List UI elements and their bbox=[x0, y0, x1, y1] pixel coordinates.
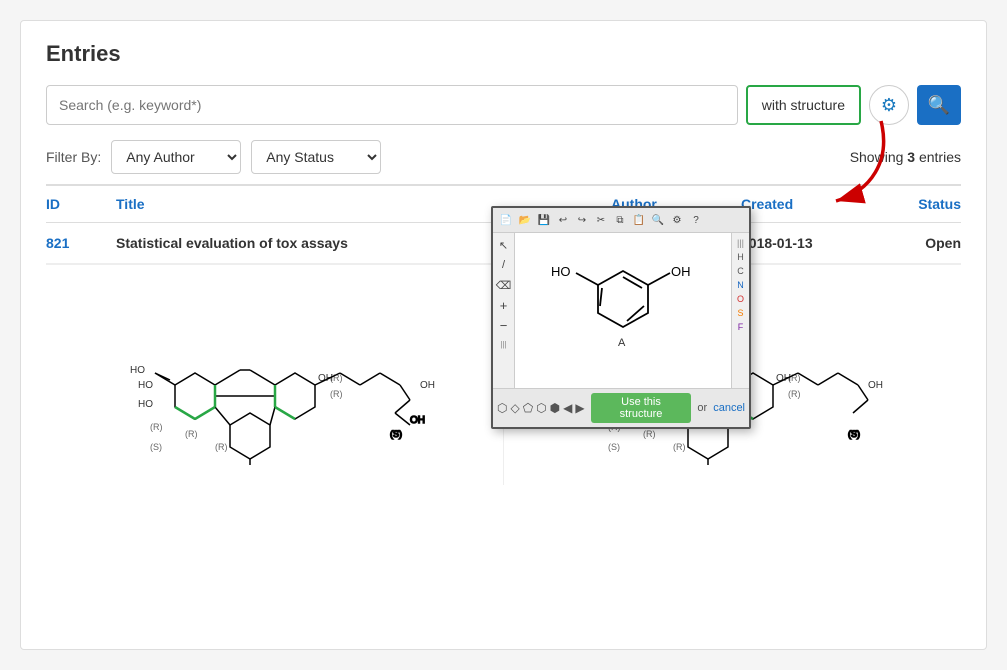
svg-text:OH: OH bbox=[410, 415, 425, 426]
plus-tool[interactable]: + bbox=[495, 296, 513, 314]
molecule-svg-1: HO HO OH (R) (S) (R) (R) (R) (R) OH HO bbox=[100, 285, 450, 465]
help-btn[interactable]: ? bbox=[687, 211, 705, 229]
structure-editor-popup: 📄 📂 💾 ↩ ↪ ✂ ⧉ 📋 🔍 ⚙ ? ↖ / ⌫ + − ||| bbox=[491, 206, 751, 429]
element-N[interactable]: N bbox=[732, 278, 749, 292]
cell-status: Open bbox=[871, 235, 961, 251]
label-tool: ||| bbox=[500, 340, 506, 349]
ring-tool-4[interactable]: ⬡ bbox=[536, 401, 546, 415]
svg-text:OH: OH bbox=[671, 264, 691, 279]
col-header-created: Created bbox=[741, 196, 871, 212]
draw-tool[interactable]: / bbox=[495, 256, 513, 274]
save-file-btn[interactable]: 💾 bbox=[535, 211, 553, 229]
svg-text:(R): (R) bbox=[185, 429, 198, 439]
svg-text:(R): (R) bbox=[150, 422, 163, 432]
ring-tool-3[interactable]: ⬠ bbox=[523, 401, 533, 415]
showing-entries-text: Showing 3 entries bbox=[850, 149, 961, 165]
svg-text:HO: HO bbox=[551, 264, 571, 279]
arrow-left-btn[interactable]: ◀ bbox=[563, 401, 572, 415]
svg-text:(R): (R) bbox=[673, 442, 686, 452]
editor-bottom-tools: ⬡ ◇ ⬠ ⬡ ⬢ ◀ ▶ bbox=[497, 401, 585, 415]
new-file-btn[interactable]: 📄 bbox=[497, 211, 515, 229]
svg-text:(S): (S) bbox=[608, 442, 620, 452]
page-title: Entries bbox=[46, 41, 961, 67]
undo-btn[interactable]: ↩ bbox=[554, 211, 572, 229]
author-filter-select[interactable]: Any Author bbox=[111, 140, 241, 174]
zoom-btn[interactable]: 🔍 bbox=[649, 211, 667, 229]
select-tool[interactable]: ↖ bbox=[495, 236, 513, 254]
svg-text:OH: OH bbox=[868, 380, 883, 391]
svg-text:(R): (R) bbox=[643, 429, 656, 439]
cancel-link[interactable]: cancel bbox=[713, 402, 745, 414]
cell-created: 2018-01-13 bbox=[741, 235, 871, 251]
svg-text:A: A bbox=[618, 337, 626, 349]
svg-text:(R): (R) bbox=[330, 389, 343, 399]
svg-text:(R): (R) bbox=[215, 442, 228, 452]
settings-icon: ⚙ bbox=[881, 95, 897, 116]
copy-btn[interactable]: ⧉ bbox=[611, 211, 629, 229]
svg-text:(R): (R) bbox=[788, 389, 801, 399]
svg-text:HO: HO bbox=[138, 380, 153, 391]
col-header-status: Status bbox=[871, 196, 961, 212]
use-structure-button[interactable]: Use this structure bbox=[591, 393, 692, 423]
filter-row: Filter By: Any Author Any Status Showing… bbox=[46, 140, 961, 174]
element-H[interactable]: H bbox=[732, 250, 749, 264]
editor-body: ↖ / ⌫ + − ||| bbox=[493, 233, 749, 388]
cut-btn[interactable]: ✂ bbox=[592, 211, 610, 229]
svg-text:(S): (S) bbox=[848, 429, 860, 439]
settings-icon-button[interactable]: ⚙ bbox=[869, 85, 909, 125]
element-S[interactable]: S bbox=[732, 306, 749, 320]
search-icon: 🔍 bbox=[928, 95, 950, 116]
right-panel-indicator: ||| bbox=[732, 236, 749, 250]
element-C[interactable]: C bbox=[732, 264, 749, 278]
search-button[interactable]: 🔍 bbox=[917, 85, 961, 125]
editor-left-tools: ↖ / ⌫ + − ||| bbox=[493, 233, 515, 388]
status-filter-select[interactable]: Any Status bbox=[251, 140, 381, 174]
arrow-right-btn[interactable]: ▶ bbox=[575, 401, 584, 415]
svg-text:(S): (S) bbox=[150, 442, 162, 452]
erase-tool[interactable]: ⌫ bbox=[495, 276, 513, 294]
ring-tool-5[interactable]: ⬢ bbox=[550, 401, 560, 415]
structure-card-1: HO HO OH (R) (S) (R) (R) (R) (R) OH HO bbox=[46, 265, 504, 485]
settings-btn[interactable]: ⚙ bbox=[668, 211, 686, 229]
search-input[interactable] bbox=[46, 85, 738, 125]
main-container: Entries with structure ⚙ 🔍 Filter By: An… bbox=[20, 20, 987, 650]
ring-tool-1[interactable]: ⬡ bbox=[497, 401, 507, 415]
svg-text:HO: HO bbox=[138, 399, 153, 410]
cell-id[interactable]: 821 bbox=[46, 235, 116, 251]
search-row: with structure ⚙ 🔍 bbox=[46, 85, 961, 125]
editor-bottom: ⬡ ◇ ⬠ ⬡ ⬢ ◀ ▶ Use this structure or canc… bbox=[493, 388, 749, 427]
editor-canvas[interactable]: HO OH A bbox=[515, 233, 731, 388]
redo-btn[interactable]: ↪ bbox=[573, 211, 591, 229]
open-file-btn[interactable]: 📂 bbox=[516, 211, 534, 229]
paste-btn[interactable]: 📋 bbox=[630, 211, 648, 229]
filter-label: Filter By: bbox=[46, 149, 101, 165]
col-header-id: ID bbox=[46, 196, 116, 212]
element-F[interactable]: F bbox=[732, 320, 749, 334]
svg-text:(S): (S) bbox=[390, 429, 402, 439]
popup-molecule-svg: HO OH A bbox=[531, 241, 716, 381]
svg-text:OH: OH bbox=[420, 380, 435, 391]
ring-tool-2[interactable]: ◇ bbox=[510, 401, 519, 415]
element-O[interactable]: O bbox=[732, 292, 749, 306]
minus-tool[interactable]: − bbox=[495, 316, 513, 334]
editor-toolbar: 📄 📂 💾 ↩ ↪ ✂ ⧉ 📋 🔍 ⚙ ? bbox=[493, 208, 749, 233]
svg-text:HO: HO bbox=[130, 365, 145, 376]
with-structure-button[interactable]: with structure bbox=[746, 85, 861, 125]
editor-right-tools: ||| H C N O S F bbox=[731, 233, 749, 388]
